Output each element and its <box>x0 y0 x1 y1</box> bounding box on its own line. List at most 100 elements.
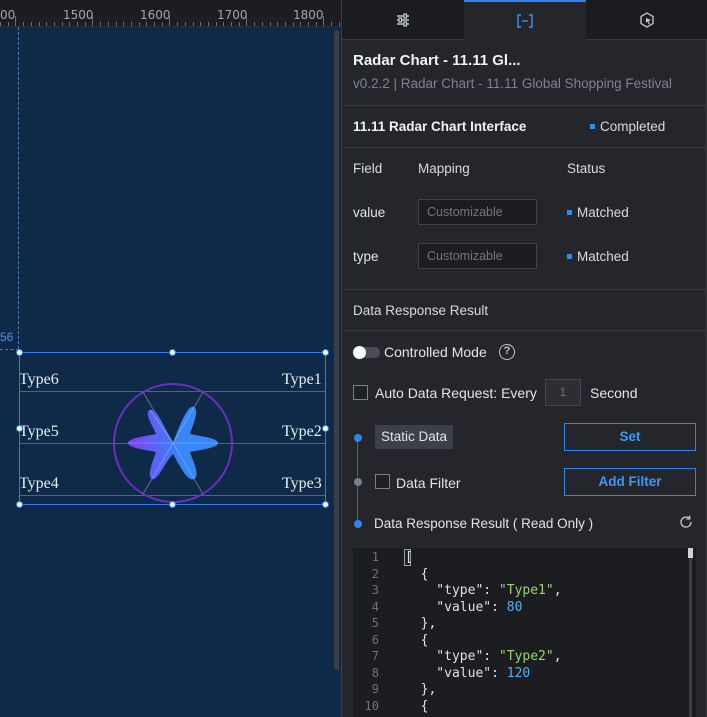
status-square-icon <box>590 123 595 129</box>
tab-style[interactable] <box>342 0 464 40</box>
vertical-guide-line <box>18 27 19 349</box>
divider <box>342 330 707 331</box>
resize-handle[interactable] <box>169 349 176 356</box>
ruler-tick <box>277 22 279 26</box>
panel-tabbar <box>342 0 707 40</box>
code-line: { <box>405 632 429 648</box>
ruler-tick <box>338 22 340 26</box>
code-line: "type": "Type1", <box>405 583 562 598</box>
data-filter-checkbox[interactable] <box>375 474 390 489</box>
ruler-tick <box>77 22 78 26</box>
code-line: }, <box>405 682 437 697</box>
mapping-status-value: Matched <box>567 205 629 220</box>
ruler-tick <box>61 22 63 26</box>
ruler-tick <box>130 22 132 26</box>
step-connector <box>357 441 358 477</box>
resize-handle[interactable] <box>322 501 329 508</box>
ruler-tick <box>161 22 163 26</box>
auto-request-checkbox[interactable] <box>353 385 368 400</box>
resize-handle[interactable] <box>322 349 329 356</box>
ruler-tick <box>315 22 317 26</box>
ruler-tick <box>215 22 217 26</box>
ruler-tick <box>146 22 148 26</box>
ruler-tick <box>123 22 125 26</box>
code-line: "type": "Type2", <box>405 649 562 664</box>
ruler-tick <box>269 22 271 26</box>
ruler-tick <box>292 22 294 26</box>
interface-status-text: Completed <box>600 119 666 134</box>
code-line: { <box>405 566 429 582</box>
line-number: 3 <box>371 583 379 597</box>
code-line: { <box>405 698 429 714</box>
interface-status: Completed <box>590 119 665 134</box>
mapping-input-type[interactable] <box>418 243 537 269</box>
editor-canvas[interactable]: 00 1500 1600 1700 1800 56 Type1 Type2 Ty… <box>0 0 341 717</box>
config-panel: Radar Chart - 11.11 Gl... v0.2.2 | Radar… <box>341 0 707 717</box>
data-filter-label: Data Filter <box>396 475 461 491</box>
line-number: 2 <box>371 566 379 581</box>
code-editor[interactable]: 1 2 3 4 5 6 7 8 9 10 [ { "type": "Type1"… <box>353 548 696 717</box>
divider <box>342 147 707 148</box>
line-number: 4 <box>371 599 379 614</box>
line-number-gutter: 1 2 3 4 5 6 7 8 9 10 <box>353 548 396 717</box>
response-section-title: Data Response Result <box>353 303 489 318</box>
mapping-input-value[interactable] <box>418 199 537 225</box>
ruler-tick <box>200 22 202 26</box>
ruler-tick <box>53 22 55 26</box>
step-dot <box>354 434 362 442</box>
line-number: 1 <box>371 550 379 564</box>
selection-box[interactable] <box>19 352 326 505</box>
ruler-label: 1600 <box>140 8 171 22</box>
horizontal-ruler: 00 1500 1600 1700 1800 <box>0 0 341 27</box>
refresh-icon[interactable] <box>678 514 694 530</box>
mapping-status-text: Matched <box>577 205 629 220</box>
resize-handle[interactable] <box>16 501 23 508</box>
ruler-tick <box>300 22 302 26</box>
tab-data[interactable] <box>464 0 586 40</box>
ruler-tick <box>177 22 179 26</box>
column-header-field: Field <box>353 161 383 176</box>
ruler-tick <box>7 22 9 26</box>
step-connector <box>357 486 358 520</box>
column-header-mapping: Mapping <box>418 161 470 176</box>
ruler-tick <box>308 22 309 26</box>
step-dot <box>354 478 362 486</box>
ruler-tick <box>323 16 325 26</box>
code-line: [ <box>405 550 413 565</box>
line-number: 9 <box>371 682 379 696</box>
readonly-result-label: Data Response Result ( Read Only ) <box>374 516 594 531</box>
ruler-tick <box>331 22 333 26</box>
ruler-tick <box>184 22 186 26</box>
canvas-scrollbar[interactable] <box>334 30 339 670</box>
resize-handle[interactable] <box>16 349 23 356</box>
ruler-tick <box>15 16 17 26</box>
second-label: Second <box>590 385 638 401</box>
help-icon[interactable]: ? <box>499 344 515 360</box>
component-subtitle: v0.2.2 | Radar Chart - 11.11 Global Shop… <box>353 76 672 91</box>
auto-request-interval-input[interactable]: 1 <box>545 379 581 406</box>
line-number: 5 <box>371 616 379 630</box>
code-line: "value": 120 <box>405 665 531 681</box>
tab-interaction[interactable] <box>586 0 707 40</box>
resize-handle[interactable] <box>169 501 176 508</box>
static-data-chip[interactable]: Static Data <box>375 425 454 449</box>
add-filter-button[interactable]: Add Filter <box>564 468 696 496</box>
mapping-field-value: value <box>353 205 386 220</box>
resize-handle[interactable] <box>322 425 329 432</box>
line-number: 8 <box>371 665 379 680</box>
data-bracket-icon <box>517 14 533 28</box>
divider <box>342 105 707 106</box>
code-scrollbar-thumb[interactable] <box>688 548 693 558</box>
line-number: 10 <box>364 698 379 713</box>
controlled-mode-toggle[interactable] <box>353 346 380 359</box>
auto-request-label: Auto Data Request: Every <box>375 385 537 401</box>
ruler-tick <box>138 22 140 26</box>
code-scrollbar[interactable] <box>689 548 692 717</box>
resize-handle[interactable] <box>16 425 23 432</box>
ruler-tick <box>0 22 1 26</box>
ruler-tick <box>254 22 256 26</box>
ruler-label: 1500 <box>63 8 94 22</box>
set-button[interactable]: Set <box>564 423 696 451</box>
status-square-icon <box>567 253 572 259</box>
ruler-tick <box>223 22 225 26</box>
